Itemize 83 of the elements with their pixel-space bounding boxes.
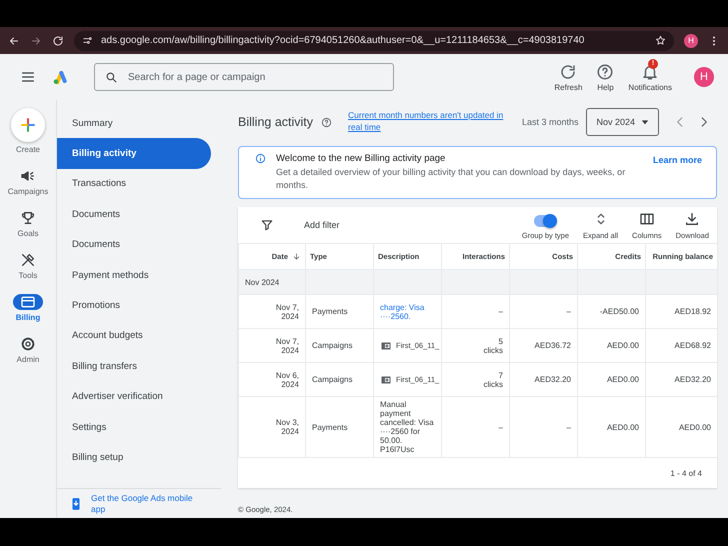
balance-cell: AED68.92 [646, 328, 718, 363]
learn-more-link[interactable]: Learn more [652, 155, 702, 192]
logo-icon [52, 69, 68, 85]
reload-icon [52, 34, 64, 46]
sidebar-item[interactable]: Billing transfers [57, 351, 211, 382]
interactions-cell: – [442, 396, 510, 458]
sort-down-icon [292, 252, 301, 262]
search-field[interactable]: Search for a page or campaign [126, 70, 383, 84]
help-button[interactable]: Help [596, 62, 614, 92]
credits-cell: AED0.00 [578, 328, 646, 363]
credits-cell: AED0.00 [578, 362, 646, 397]
date-cell: Nov 7, 2024 [238, 328, 306, 363]
banner-title: Welcome to the new Billing activity page [276, 153, 446, 164]
interactions-cell: 7 clicks [442, 362, 510, 397]
search-icon [105, 70, 118, 84]
sidebar-item[interactable]: Summary [57, 108, 211, 138]
star-icon [655, 35, 666, 46]
help-icon [321, 116, 332, 128]
sidebar-item[interactable]: Transactions [57, 168, 211, 200]
balance-cell: AED32.20 [646, 362, 718, 397]
profile-avatar[interactable]: H [684, 34, 698, 48]
description-cell: Manual payment cancelled: Visa ····2560 for 50.00. P16l7Usc [374, 396, 442, 458]
costs-cell: – [510, 294, 578, 329]
sidebar-item[interactable]: Promotions [57, 290, 211, 321]
filter-icon [260, 218, 274, 232]
type-cell: Payments [306, 396, 374, 458]
month-dropdown[interactable]: Nov 2024 [586, 108, 659, 136]
pagination-text: 1 - 4 of 4 [670, 468, 702, 478]
interactions-cell: – [442, 294, 510, 329]
tools-icon [20, 252, 36, 268]
url-text: ads.google.com/aw/billing/billingactivity?ocid=6794051260&authuser=0&__u=1211184653&__c=4903819740 [101, 35, 586, 46]
info-icon [255, 153, 266, 164]
type-cell: Payments [306, 294, 374, 329]
type-cell: Campaigns [306, 362, 374, 397]
costs-cell: – [510, 396, 578, 458]
sidebar-item[interactable]: Documents [57, 230, 211, 260]
sidebar-item[interactable]: Billing activity [57, 138, 211, 169]
banner-text: Get a detailed overview of your billing activity that you can download by days, weeks, or months. [276, 166, 626, 192]
balance-cell: AED0.00 [646, 396, 718, 458]
notice-link[interactable]: Current month numbers aren't updated in real time [348, 110, 514, 134]
add-filter-button[interactable]: Add filter [304, 220, 340, 230]
caret-icon [641, 118, 649, 126]
page-title: Billing activity [238, 115, 314, 129]
rail-item[interactable]: Tools [13, 252, 43, 280]
costs-cell: AED36.72 [510, 328, 578, 363]
site-settings-icon [82, 35, 93, 46]
date-cell: Nov 7, 2024 [238, 294, 306, 329]
address-bar[interactable]: ads.google.com/aw/billing/billingactivity?ocid=6794051260&authuser=0&__u=1211184653&__c=4903819740 [74, 30, 674, 50]
date-cell: Nov 6, 2024 [238, 362, 306, 397]
rail-item[interactable]: Admin [13, 336, 43, 364]
refresh-icon [559, 62, 578, 80]
download-icon [684, 210, 700, 227]
campaign-icon [380, 340, 392, 352]
sidebar-item[interactable]: Account budgets [57, 320, 211, 352]
gear-icon [20, 336, 36, 352]
credits-cell: -AED50.00 [578, 294, 646, 329]
sidebar-item[interactable]: Advertiser verification [57, 382, 211, 412]
sidebar-item[interactable]: Billing setup [57, 442, 211, 473]
campaign-icon [380, 374, 392, 386]
search-bar[interactable]: Search for a page or campaign [94, 63, 394, 91]
trophy-icon [20, 210, 36, 226]
forward-icon [30, 34, 42, 46]
costs-cell: AED32.20 [510, 362, 578, 397]
sidebar-item[interactable]: Payment methods [57, 260, 211, 290]
balance-cell: AED18.92 [646, 294, 718, 329]
date-cell: Nov 3, 2024 [238, 396, 306, 458]
rail-item[interactable]: Goals [13, 210, 43, 238]
range-label: Last 3 months [522, 117, 578, 127]
card-icon [20, 294, 36, 310]
group-label: Nov 2024 [238, 270, 306, 295]
credits-cell: AED0.00 [578, 396, 646, 458]
columns-icon [638, 210, 655, 227]
refresh-button[interactable]: Refresh [554, 62, 582, 92]
type-cell: Campaigns [306, 328, 374, 363]
interactions-cell: 5 clicks [442, 328, 510, 363]
help-icon [596, 62, 614, 80]
sidebar-item[interactable]: Settings [57, 412, 211, 442]
mobile-app-link[interactable]: Get the Google Ads mobile app [91, 493, 209, 514]
account-avatar[interactable]: H [694, 67, 714, 87]
sidebar-item[interactable]: Documents [57, 199, 211, 230]
plus-icon [19, 116, 37, 134]
back-icon [8, 34, 20, 46]
rail-item[interactable]: Campaigns [8, 168, 48, 196]
